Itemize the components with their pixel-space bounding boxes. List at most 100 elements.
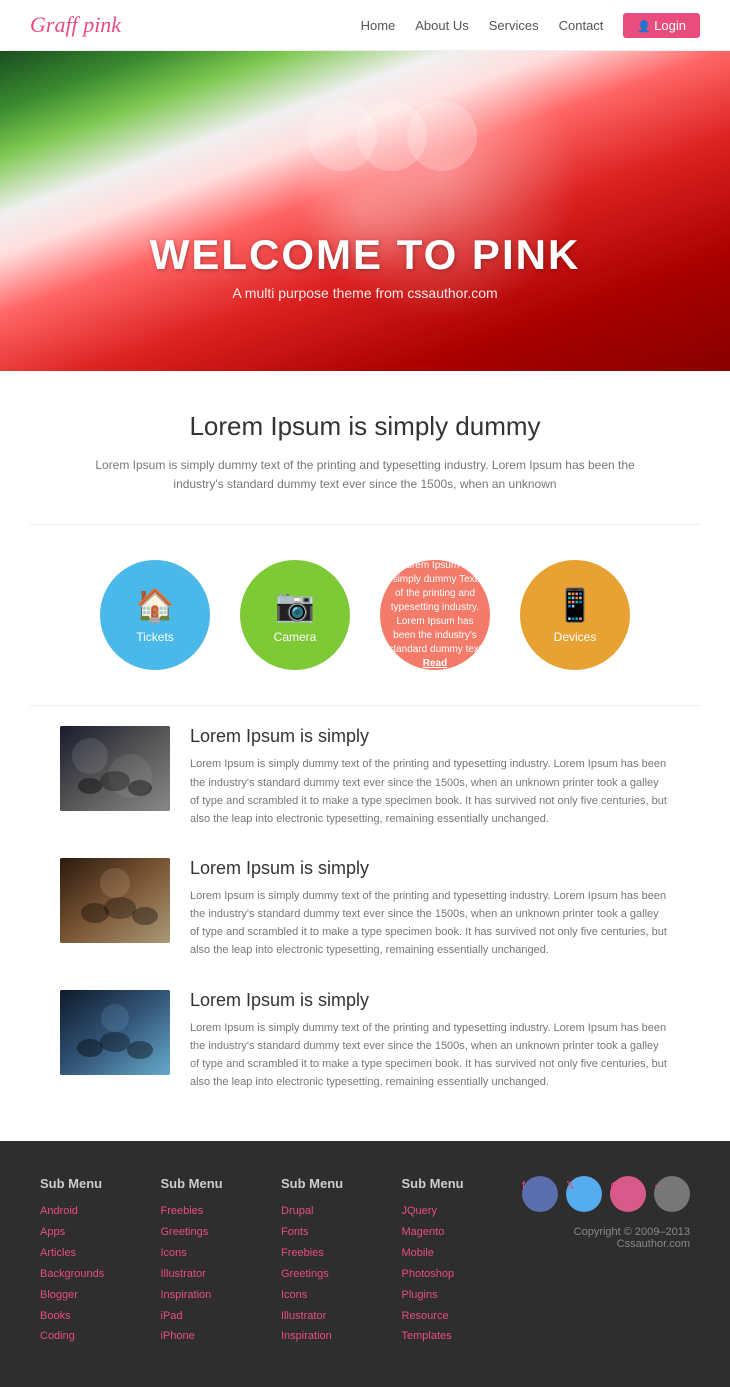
footer-copyright: Copyright © 2009–2013 Cssauthor.com bbox=[522, 1226, 690, 1250]
hero-section: WELCOME TO PINK A multi purpose theme fr… bbox=[0, 51, 730, 371]
footer-link-mobile[interactable]: Mobile bbox=[402, 1243, 513, 1264]
footer-link-plugins[interactable]: Plugins bbox=[402, 1285, 513, 1306]
content-row-1: Lorem Ipsum is simply Lorem Ipsum is sim… bbox=[60, 726, 670, 828]
navbar: Graff pink Home About Us Services Contac… bbox=[0, 0, 730, 51]
content-body-3: Lorem Ipsum is simply dummy text of the … bbox=[190, 1019, 670, 1092]
footer-link-books[interactable]: Books bbox=[40, 1306, 151, 1327]
content-section: Lorem Ipsum is simply Lorem Ipsum is sim… bbox=[0, 706, 730, 1141]
content-image-2 bbox=[60, 858, 170, 943]
image-placeholder-2 bbox=[60, 858, 170, 943]
nav-links: Home About Us Services Contact Login bbox=[361, 13, 700, 38]
hero-background bbox=[0, 51, 730, 371]
intro-section: Lorem Ipsum is simply dummy Lorem Ipsum … bbox=[0, 371, 730, 524]
content-row-2: Lorem Ipsum is simply Lorem Ipsum is sim… bbox=[60, 858, 670, 960]
image-svg-1 bbox=[60, 726, 170, 811]
footer-top: Sub Menu Android Apps Articles Backgroun… bbox=[40, 1176, 690, 1347]
devices-icon: 📱 bbox=[555, 586, 595, 624]
footer-link-inspiration2[interactable]: Inspiration bbox=[281, 1326, 392, 1347]
footer-col4-heading: Sub Menu bbox=[402, 1176, 513, 1191]
content-image-1 bbox=[60, 726, 170, 811]
logo-main: Graff bbox=[30, 12, 83, 37]
footer-link-backgrounds[interactable]: Backgrounds bbox=[40, 1264, 151, 1285]
footer-link-jquery[interactable]: JQuery bbox=[402, 1201, 513, 1222]
footer-link-apps[interactable]: Apps bbox=[40, 1222, 151, 1243]
devices-label: Devices bbox=[554, 630, 597, 644]
footer-link-photoshop[interactable]: Photoshop bbox=[402, 1264, 513, 1285]
tickets-label: Tickets bbox=[136, 630, 174, 644]
login-button[interactable]: Login bbox=[623, 13, 700, 38]
footer-col-4: Sub Menu JQuery Magento Mobile Photoshop… bbox=[402, 1176, 513, 1347]
site-logo: Graff pink bbox=[30, 12, 121, 38]
intro-heading: Lorem Ipsum is simply dummy bbox=[80, 411, 650, 442]
image-svg-2 bbox=[60, 858, 170, 943]
nav-contact[interactable]: Contact bbox=[559, 18, 604, 33]
hero-subtitle: A multi purpose theme from cssauthor.com bbox=[0, 285, 730, 301]
pink-circle-text: Lorem Ipsum is simply dummy Text of the … bbox=[388, 559, 482, 671]
footer-col-1: Sub Menu Android Apps Articles Backgroun… bbox=[40, 1176, 151, 1347]
footer-col1-heading: Sub Menu bbox=[40, 1176, 151, 1191]
footer-link-greetings2[interactable]: Greetings bbox=[281, 1264, 392, 1285]
footer-link-blogger[interactable]: Blogger bbox=[40, 1285, 151, 1306]
footer-link-iphone[interactable]: iPhone bbox=[161, 1326, 272, 1347]
icon-camera[interactable]: 📷 Camera bbox=[240, 560, 350, 670]
nav-about[interactable]: About Us bbox=[415, 18, 468, 33]
social-icons-row: f 𝕏 ⊙ ⋯ bbox=[522, 1176, 690, 1212]
footer-link-ipad[interactable]: iPad bbox=[161, 1306, 272, 1327]
footer-link-greetings[interactable]: Greetings bbox=[161, 1222, 272, 1243]
footer-link-magento[interactable]: Magento bbox=[402, 1222, 513, 1243]
icon-row: 🏠 Tickets 📷 Camera Lorem Ipsum is simply… bbox=[0, 525, 730, 705]
footer-link-coding[interactable]: Coding bbox=[40, 1326, 151, 1347]
facebook-icon[interactable]: f bbox=[522, 1176, 558, 1212]
footer-link-templates[interactable]: Templates bbox=[402, 1326, 513, 1347]
nav-home[interactable]: Home bbox=[361, 18, 396, 33]
image-placeholder-1 bbox=[60, 726, 170, 811]
icon-tickets[interactable]: 🏠 Tickets bbox=[100, 560, 210, 670]
dribbble-icon[interactable]: ⊙ bbox=[610, 1176, 646, 1212]
content-title-3: Lorem Ipsum is simply bbox=[190, 990, 670, 1011]
pink-read-link[interactable]: Read bbox=[423, 658, 447, 669]
content-body-1: Lorem Ipsum is simply dummy text of the … bbox=[190, 755, 670, 828]
camera-icon: 📷 bbox=[275, 586, 315, 624]
content-title-1: Lorem Ipsum is simply bbox=[190, 726, 670, 747]
hero-text: WELCOME TO PINK A multi purpose theme fr… bbox=[0, 231, 730, 301]
footer-link-icons[interactable]: Icons bbox=[161, 1243, 272, 1264]
icon-devices[interactable]: 📱 Devices bbox=[520, 560, 630, 670]
footer-col-3: Sub Menu Drupal Fonts Freebies Greetings… bbox=[281, 1176, 392, 1347]
twitter-icon[interactable]: 𝕏 bbox=[566, 1176, 602, 1212]
footer-link-illustrator[interactable]: Illustrator bbox=[161, 1264, 272, 1285]
camera-label: Camera bbox=[274, 630, 317, 644]
footer-social-col: f 𝕏 ⊙ ⋯ Copyright © 2009–2013 Cssauthor.… bbox=[522, 1176, 690, 1347]
nav-services[interactable]: Services bbox=[489, 18, 539, 33]
footer-col2-heading: Sub Menu bbox=[161, 1176, 272, 1191]
footer-link-icons2[interactable]: Icons bbox=[281, 1285, 392, 1306]
icon-pink-text[interactable]: Lorem Ipsum is simply dummy Text of the … bbox=[380, 560, 490, 670]
hero-circle-3 bbox=[407, 101, 477, 171]
footer-link-android[interactable]: Android bbox=[40, 1201, 151, 1222]
image-svg-3 bbox=[60, 990, 170, 1075]
footer-link-articles[interactable]: Articles bbox=[40, 1243, 151, 1264]
content-image-3 bbox=[60, 990, 170, 1075]
footer-link-drupal[interactable]: Drupal bbox=[281, 1201, 392, 1222]
content-body-2: Lorem Ipsum is simply dummy text of the … bbox=[190, 887, 670, 960]
footer-link-resource[interactable]: Resource bbox=[402, 1306, 513, 1327]
content-text-2: Lorem Ipsum is simply Lorem Ipsum is sim… bbox=[190, 858, 670, 960]
content-text-3: Lorem Ipsum is simply Lorem Ipsum is sim… bbox=[190, 990, 670, 1092]
footer-link-freebies[interactable]: Freebies bbox=[161, 1201, 272, 1222]
tickets-icon: 🏠 bbox=[135, 586, 175, 624]
footer-col3-heading: Sub Menu bbox=[281, 1176, 392, 1191]
hero-title: WELCOME TO PINK bbox=[0, 231, 730, 279]
image-placeholder-3 bbox=[60, 990, 170, 1075]
logo-accent: pink bbox=[83, 12, 121, 37]
content-title-2: Lorem Ipsum is simply bbox=[190, 858, 670, 879]
content-row-3: Lorem Ipsum is simply Lorem Ipsum is sim… bbox=[60, 990, 670, 1092]
intro-body: Lorem Ipsum is simply dummy text of the … bbox=[85, 456, 645, 494]
footer: Sub Menu Android Apps Articles Backgroun… bbox=[0, 1141, 730, 1387]
footer-col-2: Sub Menu Freebies Greetings Icons Illust… bbox=[161, 1176, 272, 1347]
footer-link-inspiration[interactable]: Inspiration bbox=[161, 1285, 272, 1306]
share-icon[interactable]: ⋯ bbox=[654, 1176, 690, 1212]
content-text-1: Lorem Ipsum is simply Lorem Ipsum is sim… bbox=[190, 726, 670, 828]
footer-link-fonts[interactable]: Fonts bbox=[281, 1222, 392, 1243]
footer-link-illustrator2[interactable]: Illustrator bbox=[281, 1306, 392, 1327]
hero-decorative-circles bbox=[307, 101, 477, 171]
footer-link-freebies2[interactable]: Freebies bbox=[281, 1243, 392, 1264]
